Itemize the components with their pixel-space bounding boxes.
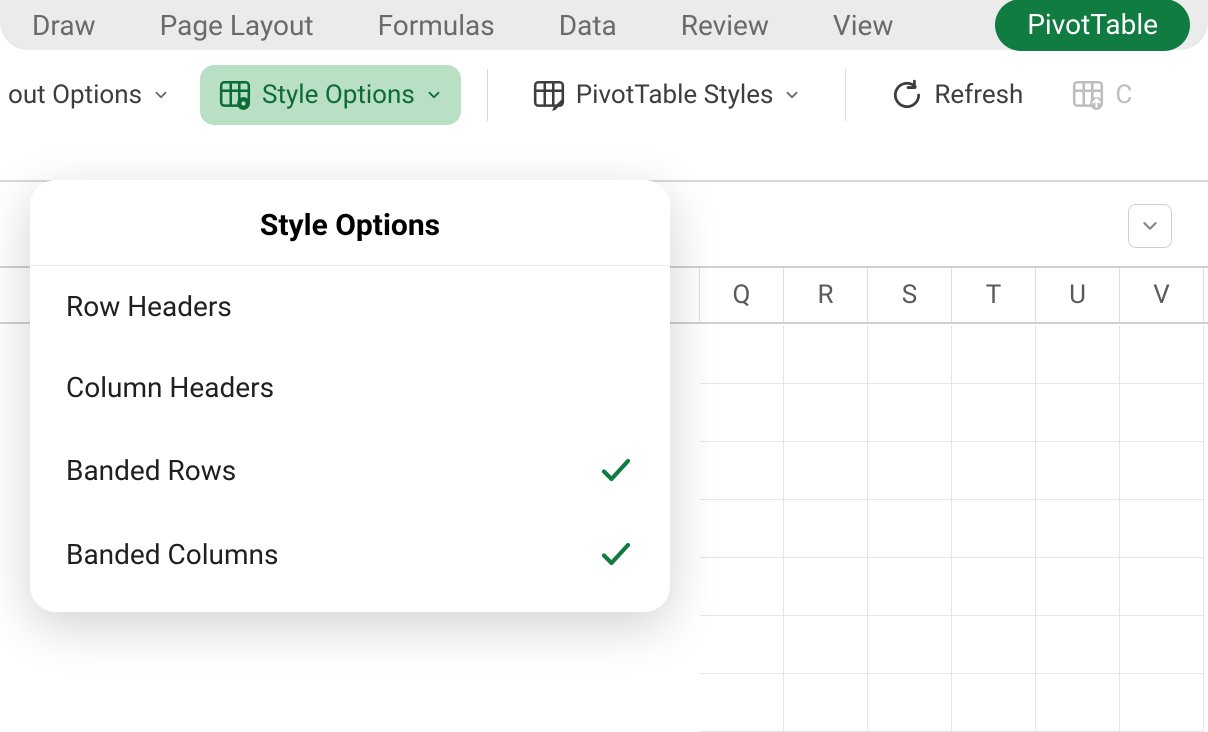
grid-row	[700, 674, 1208, 732]
option-label: Row Headers	[66, 290, 232, 323]
toolbar: out Options Style Options	[0, 50, 1208, 140]
grid-cell[interactable]	[784, 500, 868, 558]
spreadsheet-grid	[700, 326, 1208, 682]
grid-row	[700, 500, 1208, 558]
style-option-column-headers[interactable]: Column Headers	[30, 347, 670, 428]
grid-row	[700, 384, 1208, 442]
style-option-banded-rows[interactable]: Banded Rows	[30, 428, 670, 512]
change-source-button[interactable]: C	[1053, 65, 1132, 125]
grid-cell[interactable]	[1036, 558, 1120, 616]
table-gear-icon	[218, 78, 252, 112]
grid-cell[interactable]	[700, 384, 784, 442]
grid-cell[interactable]	[784, 384, 868, 442]
grid-cell[interactable]	[868, 384, 952, 442]
style-options-button[interactable]: Style Options	[200, 65, 461, 125]
tab-draw[interactable]: Draw	[0, 0, 128, 50]
grid-cell[interactable]	[1036, 500, 1120, 558]
grid-cell[interactable]	[700, 616, 784, 674]
style-options-label: Style Options	[262, 80, 415, 110]
grid-row	[700, 558, 1208, 616]
ribbon-tabs: Draw Page Layout Formulas Data Review Vi…	[0, 0, 1208, 50]
column-header[interactable]: T	[952, 268, 1036, 322]
column-header[interactable]: V	[1120, 268, 1204, 322]
separator	[487, 69, 488, 121]
grid-cell[interactable]	[784, 326, 868, 384]
grid-cell[interactable]	[1036, 616, 1120, 674]
grid-cell[interactable]	[868, 442, 952, 500]
grid-cell[interactable]	[952, 326, 1036, 384]
grid-cell[interactable]	[952, 674, 1036, 732]
grid-cell[interactable]	[952, 384, 1036, 442]
grid-row	[700, 442, 1208, 500]
pivottable-styles-button[interactable]: PivotTable Styles	[514, 65, 820, 125]
grid-cell[interactable]	[1120, 616, 1204, 674]
tab-data[interactable]: Data	[527, 0, 649, 50]
grid-cell[interactable]	[1036, 442, 1120, 500]
formula-bar-expand[interactable]	[1128, 204, 1172, 248]
grid-cell[interactable]	[952, 500, 1036, 558]
grid-cell[interactable]	[700, 674, 784, 732]
grid-cell[interactable]	[868, 674, 952, 732]
grid-cell[interactable]	[1120, 500, 1204, 558]
grid-cell[interactable]	[1120, 674, 1204, 732]
grid-cell[interactable]	[1120, 384, 1204, 442]
refresh-label: Refresh	[934, 80, 1023, 110]
grid-cell[interactable]	[700, 326, 784, 384]
grid-cell[interactable]	[1036, 384, 1120, 442]
option-label: Column Headers	[66, 371, 274, 404]
style-options-popover: Style Options Row Headers Column Headers…	[30, 180, 670, 612]
change-source-label: C	[1115, 80, 1132, 110]
grid-cell[interactable]	[700, 442, 784, 500]
grid-cell[interactable]	[700, 558, 784, 616]
layout-options-label: out Options	[8, 80, 142, 110]
refresh-button[interactable]: Refresh	[872, 65, 1041, 125]
checkmark-icon	[598, 536, 634, 572]
separator	[845, 69, 846, 121]
grid-cell[interactable]	[952, 558, 1036, 616]
tab-pivottable[interactable]: PivotTable	[995, 0, 1190, 51]
grid-cell[interactable]	[1036, 326, 1120, 384]
grid-cell[interactable]	[784, 616, 868, 674]
tab-formulas[interactable]: Formulas	[346, 0, 527, 50]
style-option-banded-columns[interactable]: Banded Columns	[30, 512, 670, 596]
grid-cell[interactable]	[784, 442, 868, 500]
chevron-down-icon	[425, 86, 443, 104]
popover-title: Style Options	[30, 180, 670, 266]
tab-page-layout[interactable]: Page Layout	[128, 0, 346, 50]
table-up-icon	[1071, 78, 1105, 112]
grid-cell[interactable]	[1120, 558, 1204, 616]
option-label: Banded Columns	[66, 538, 278, 571]
grid-cell[interactable]	[952, 616, 1036, 674]
column-header[interactable]: S	[868, 268, 952, 322]
grid-row	[700, 326, 1208, 384]
column-header[interactable]: U	[1036, 268, 1120, 322]
column-header[interactable]: R	[784, 268, 868, 322]
column-header[interactable]: Q	[700, 268, 784, 322]
grid-cell[interactable]	[868, 616, 952, 674]
layout-options-button[interactable]: out Options	[0, 65, 188, 125]
table-pencil-icon	[532, 78, 566, 112]
tab-view[interactable]: View	[801, 0, 926, 50]
checkmark-icon	[598, 452, 634, 488]
grid-cell[interactable]	[1120, 326, 1204, 384]
grid-cell[interactable]	[784, 674, 868, 732]
grid-cell[interactable]	[868, 500, 952, 558]
style-option-row-headers[interactable]: Row Headers	[30, 266, 670, 347]
tab-review[interactable]: Review	[649, 0, 801, 50]
grid-cell[interactable]	[1120, 442, 1204, 500]
option-label: Banded Rows	[66, 454, 236, 487]
chevron-down-icon	[783, 86, 801, 104]
chevron-down-icon	[1139, 215, 1161, 237]
pivottable-styles-label: PivotTable Styles	[576, 80, 774, 110]
refresh-icon	[890, 78, 924, 112]
grid-row	[700, 616, 1208, 674]
chevron-down-icon	[152, 86, 170, 104]
grid-cell[interactable]	[1036, 674, 1120, 732]
grid-cell[interactable]	[784, 558, 868, 616]
grid-cell[interactable]	[868, 558, 952, 616]
grid-cell[interactable]	[952, 442, 1036, 500]
grid-cell[interactable]	[700, 500, 784, 558]
grid-cell[interactable]	[868, 326, 952, 384]
